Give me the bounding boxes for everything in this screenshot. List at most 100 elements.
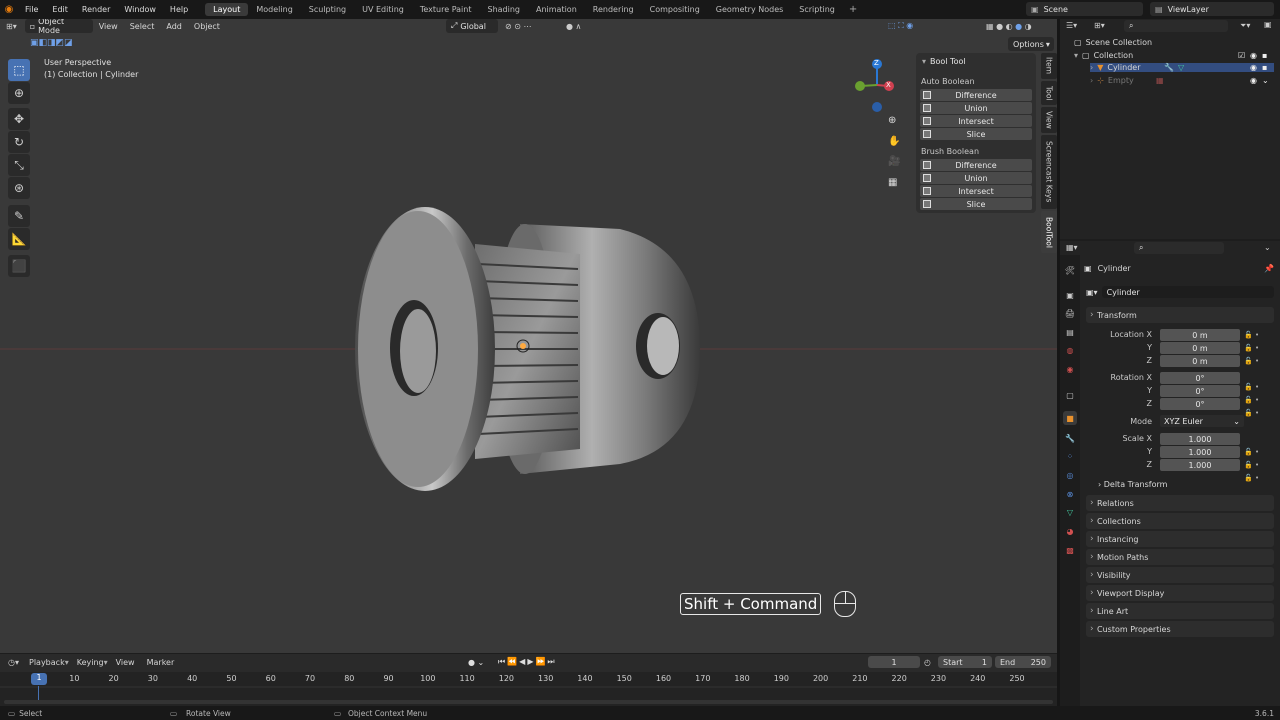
timeline-menu-keying[interactable]: Keying	[77, 658, 104, 667]
menu-file[interactable]: File	[18, 5, 45, 14]
blender-logo-icon[interactable]: ◉	[0, 4, 18, 15]
panel-collapse-icon[interactable]: ▾	[922, 57, 926, 66]
tab-scripting[interactable]: Scripting	[791, 3, 843, 16]
eye-icon[interactable]: ◉	[1250, 63, 1257, 72]
tab-texture-paint[interactable]: Texture Paint	[412, 3, 480, 16]
location-x-field[interactable]: 0 m	[1160, 329, 1240, 341]
object-tab-icon[interactable]: ■	[1063, 411, 1077, 425]
menu-edit[interactable]: Edit	[45, 5, 75, 14]
collection-row[interactable]: ▾ ▢ Collection ☑ ◉ ▪	[1074, 51, 1274, 60]
properties-search-input[interactable]: ⌕	[1134, 242, 1224, 254]
tab-geometry-nodes[interactable]: Geometry Nodes	[708, 3, 791, 16]
location-y-field[interactable]: 0 m	[1160, 342, 1240, 354]
relations-panel-header[interactable]: Relations	[1086, 495, 1274, 511]
scene-selector[interactable]: ▣ Scene	[1026, 2, 1143, 16]
data-tab-icon[interactable]: ▽	[1063, 505, 1077, 519]
render-tab-icon[interactable]: ▣	[1063, 288, 1077, 302]
scale-x-field[interactable]: 1.000	[1160, 433, 1240, 445]
location-z-field[interactable]: 0 m	[1160, 355, 1240, 367]
object-name-field[interactable]: Cylinder	[1102, 286, 1274, 298]
outliner-editor-icon[interactable]: ☰▾	[1066, 21, 1077, 30]
brush-union-button[interactable]: Union	[920, 172, 1032, 184]
playhead[interactable]: 1	[31, 673, 47, 685]
modifier-tab-icon[interactable]: 🔧	[1063, 431, 1077, 445]
start-frame-field[interactable]: Start 1	[938, 656, 992, 668]
navigation-gizmo[interactable]: Z X	[852, 57, 902, 117]
tab-layout[interactable]: Layout	[205, 3, 248, 16]
add-workspace-icon[interactable]: +	[843, 4, 863, 15]
output-tab-icon[interactable]: 🖨	[1063, 306, 1077, 320]
collections-panel-header[interactable]: Collections	[1086, 513, 1274, 529]
tab-animation[interactable]: Animation	[528, 3, 585, 16]
rotation-y-field[interactable]: 0°	[1160, 385, 1240, 397]
tab-booltool[interactable]: BoolTool	[1041, 211, 1057, 253]
pan-icon[interactable]: ✋	[888, 136, 900, 147]
transform-panel-header[interactable]: Transform	[1086, 307, 1274, 323]
pin-icon[interactable]: 📌	[1264, 264, 1274, 273]
rotation-mode-select[interactable]: XYZ Euler ⌄	[1160, 415, 1244, 427]
properties-editor-icon[interactable]: ▦▾	[1066, 243, 1078, 252]
tab-rendering[interactable]: Rendering	[585, 3, 642, 16]
timeline-scrollbar[interactable]	[4, 700, 1053, 704]
grid-icon[interactable]: ▦	[888, 177, 897, 188]
record-button[interactable]: ● ⌄	[468, 658, 484, 667]
scene-tab-icon[interactable]: ◍	[1063, 343, 1077, 357]
outliner-item-empty[interactable]: › ⊹ Empty ▦ ◉ ⌄	[1090, 76, 1274, 85]
filter-icon[interactable]: ⏷▾	[1240, 21, 1250, 31]
delta-transform-header[interactable]: › Delta Transform	[1098, 480, 1167, 489]
camera-icon[interactable]: ▪	[1262, 51, 1267, 60]
visibility-panel-header[interactable]: Visibility	[1086, 567, 1274, 583]
timeline-editor-icon[interactable]: ◷▾	[8, 658, 19, 667]
tab-shading[interactable]: Shading	[479, 3, 528, 16]
view-layer-selector[interactable]: ▤ ViewLayer	[1150, 2, 1274, 16]
view-layer-tab-icon[interactable]: ▤	[1063, 325, 1077, 339]
constraints-tab-icon[interactable]: ⊗	[1063, 487, 1077, 501]
menu-render[interactable]: Render	[75, 5, 117, 14]
scale-z-field[interactable]: 1.000	[1160, 459, 1240, 471]
end-frame-field[interactable]: End 250	[995, 656, 1051, 668]
texture-tab-icon[interactable]: ▩	[1063, 543, 1077, 557]
tab-tool[interactable]: Tool	[1041, 81, 1057, 105]
tab-screencast-keys[interactable]: Screencast Keys	[1041, 135, 1057, 209]
rotation-x-field[interactable]: 0°	[1160, 372, 1240, 384]
motion-paths-panel-header[interactable]: Motion Paths	[1086, 549, 1274, 565]
tab-compositing[interactable]: Compositing	[642, 3, 708, 16]
clock-icon[interactable]: ◴	[924, 658, 931, 667]
tab-view[interactable]: View	[1041, 107, 1057, 133]
line-art-panel-header[interactable]: Line Art	[1086, 603, 1274, 619]
auto-difference-button[interactable]: Difference	[920, 89, 1032, 101]
brush-difference-button[interactable]: Difference	[920, 159, 1032, 171]
particles-tab-icon[interactable]: ⁘	[1063, 449, 1077, 463]
lock-icons[interactable]: 🔓 •🔓 •🔓 •🔓 •🔓 •🔓 •🔓 •🔓 •🔓 •	[1244, 329, 1259, 485]
auto-union-button[interactable]: Union	[920, 102, 1032, 114]
tool-tab-icon[interactable]: 🛠	[1063, 263, 1077, 277]
outliner-search-input[interactable]: ⌕	[1124, 20, 1228, 32]
3d-viewport[interactable]: ⊞▾ ▫ Object Mode View Select Add Object …	[0, 19, 1057, 653]
eye-icon[interactable]: ◉	[1250, 51, 1257, 60]
tab-item[interactable]: Item	[1041, 53, 1057, 79]
physics-tab-icon[interactable]: ◎	[1063, 468, 1077, 482]
rotation-z-field[interactable]: 0°	[1160, 398, 1240, 410]
options-icon[interactable]: ⌄	[1264, 243, 1271, 252]
custom-properties-panel-header[interactable]: Custom Properties	[1086, 621, 1274, 637]
playback-controls[interactable]: ⏮⏪◀▶⏩⏭	[498, 657, 557, 667]
new-collection-icon[interactable]: ▣	[1264, 20, 1272, 29]
collection-tab-icon[interactable]: ▢	[1063, 388, 1077, 402]
menu-help[interactable]: Help	[163, 5, 195, 14]
world-tab-icon[interactable]: ◉	[1063, 362, 1077, 376]
outliner-item-cylinder[interactable]: › ▼ Cylinder 🔧 ▽ ◉ ▪	[1090, 63, 1274, 72]
timeline-menu-view[interactable]: View	[116, 658, 135, 667]
viewport-display-panel-header[interactable]: Viewport Display	[1086, 585, 1274, 601]
zoom-icon[interactable]: ⊕	[888, 115, 896, 126]
tab-uv-editing[interactable]: UV Editing	[354, 3, 412, 16]
brush-intersect-button[interactable]: Intersect	[920, 185, 1032, 197]
auto-intersect-button[interactable]: Intersect	[920, 115, 1032, 127]
scale-y-field[interactable]: 1.000	[1160, 446, 1240, 458]
auto-slice-button[interactable]: Slice	[920, 128, 1032, 140]
eye-icon[interactable]: ◉	[1250, 76, 1257, 85]
camera-icon[interactable]: ▪	[1262, 63, 1267, 72]
checkbox-icon[interactable]: ☑	[1238, 51, 1245, 60]
chevron-down-icon[interactable]: ⌄	[1262, 76, 1269, 85]
tab-modeling[interactable]: Modeling	[248, 3, 300, 16]
tab-sculpting[interactable]: Sculpting	[301, 3, 354, 16]
